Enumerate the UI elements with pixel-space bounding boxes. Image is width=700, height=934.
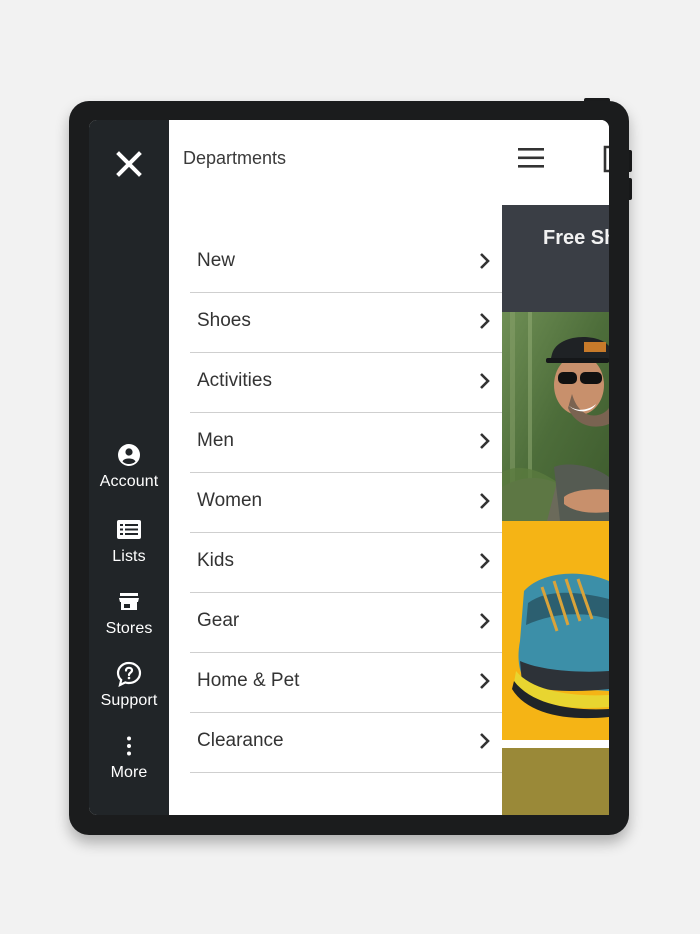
hamburger-menu-icon[interactable] xyxy=(517,145,547,171)
menu-item-men[interactable]: Men xyxy=(190,413,502,473)
menu-item-women[interactable]: Women xyxy=(190,473,502,533)
promo-photo-olive[interactable] xyxy=(502,748,609,815)
chevron-right-icon xyxy=(480,673,490,689)
chevron-right-icon xyxy=(480,553,490,569)
departments-list: New Shoes Activities Men Women Kids Gear… xyxy=(190,233,502,773)
menu-item-label: Kids xyxy=(197,550,234,571)
chevron-right-icon xyxy=(480,733,490,749)
promo-banner[interactable]: Free Sh xyxy=(502,205,609,312)
promo-photo-shoes[interactable] xyxy=(502,521,609,740)
chevron-right-icon xyxy=(480,313,490,329)
menu-item-label: New xyxy=(197,250,236,271)
store-icon xyxy=(119,593,139,610)
rail-item-stores[interactable]: Stores xyxy=(89,589,169,651)
rail-label-stores: Stores xyxy=(105,620,153,637)
menu-item-label: Home & Pet xyxy=(197,670,300,691)
rail-item-lists[interactable]: Lists xyxy=(89,517,169,579)
section-divider xyxy=(502,740,609,748)
hero-photo-hiker[interactable] xyxy=(502,312,609,521)
account-circle-icon xyxy=(118,444,140,466)
menu-item-gear[interactable]: Gear xyxy=(190,593,502,653)
menu-item-clearance[interactable]: Clearance xyxy=(190,713,502,773)
menu-item-label: Men xyxy=(197,430,234,451)
support-help-icon xyxy=(116,661,142,687)
side-rail: Account Lists Stores Support More xyxy=(89,120,169,815)
departments-title: Departments xyxy=(183,148,287,168)
barcode-scan-icon[interactable] xyxy=(602,144,609,174)
menu-item-activities[interactable]: Activities xyxy=(190,353,502,413)
menu-item-shoes[interactable]: Shoes xyxy=(190,293,502,353)
rail-item-more[interactable]: More xyxy=(89,733,169,795)
chevron-right-icon xyxy=(480,253,490,269)
rail-label-more: More xyxy=(110,764,148,781)
menu-item-kids[interactable]: Kids xyxy=(190,533,502,593)
menu-item-label: Gear xyxy=(197,610,240,631)
hiker-illustration xyxy=(502,312,609,521)
rail-item-support[interactable]: Support xyxy=(89,661,169,723)
promo-banner-text: Free Sh xyxy=(543,227,609,249)
menu-item-label: Clearance xyxy=(197,730,284,751)
rail-label-lists: Lists xyxy=(112,548,146,565)
chevron-right-icon xyxy=(480,493,490,509)
underlying-page: Free Sh xyxy=(502,120,609,815)
close-icon xyxy=(116,151,142,177)
more-vertical-icon xyxy=(127,736,131,756)
departments-menu: Departments New Shoes Activities Men Wom… xyxy=(169,120,502,815)
menu-item-new[interactable]: New xyxy=(190,233,502,293)
rail-item-account[interactable]: Account xyxy=(89,442,169,504)
chevron-right-icon xyxy=(480,613,490,629)
menu-item-label: Activities xyxy=(197,370,272,391)
list-icon xyxy=(117,520,141,539)
menu-item-label: Women xyxy=(197,490,263,511)
close-button[interactable] xyxy=(111,146,147,182)
menu-item-home-pet[interactable]: Home & Pet xyxy=(190,653,502,713)
chevron-right-icon xyxy=(480,373,490,389)
menu-item-label: Shoes xyxy=(197,310,251,331)
rail-label-support: Support xyxy=(100,692,158,709)
tablet-screen: Account Lists Stores Support More Depart… xyxy=(89,120,609,815)
chevron-right-icon xyxy=(480,433,490,449)
rail-label-account: Account xyxy=(99,473,159,490)
hiking-shoe-illustration xyxy=(502,521,609,740)
